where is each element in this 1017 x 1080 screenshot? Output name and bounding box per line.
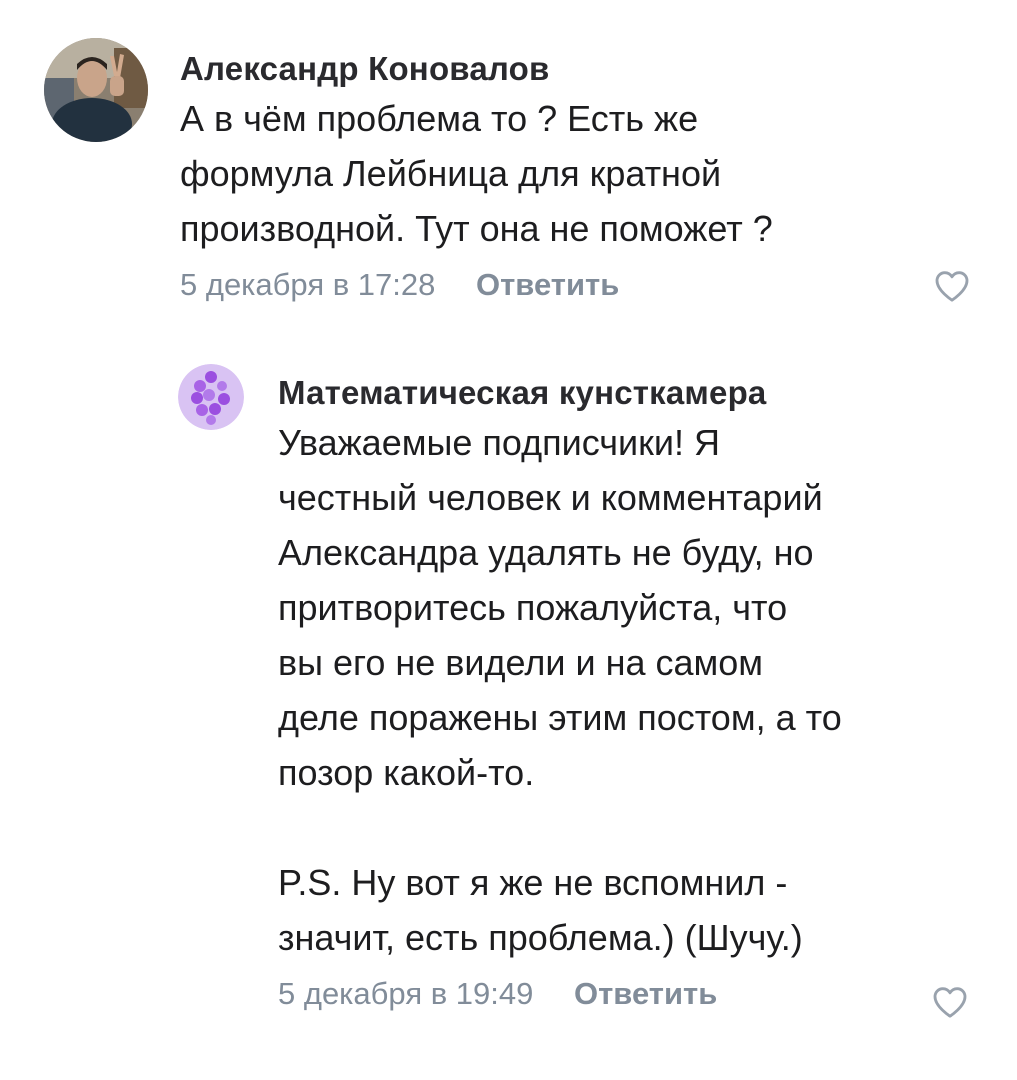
comment-body: Александр Коновалов А в чём проблема то … [180, 38, 960, 310]
user-avatar-photo [44, 38, 148, 142]
user-avatar[interactable] [44, 38, 148, 142]
heart-icon[interactable] [930, 982, 970, 1022]
comment-author[interactable]: Александр Коновалов [180, 52, 960, 85]
reply-button[interactable]: Ответить [574, 969, 717, 1019]
comment-meta: 5 декабря в 19:49 Ответить [278, 969, 978, 1019]
comment-text: Уважаемые подписчики! Я честный человек … [278, 422, 842, 958]
comment-body: Математическая кунсткамера Уважаемые под… [278, 362, 978, 1019]
comment-text: А в чём проблема то ? Есть же формула Ле… [180, 98, 773, 249]
comment-date: 5 декабря в 19:49 [278, 976, 534, 1011]
reply-button[interactable]: Ответить [476, 260, 619, 310]
group-avatar[interactable] [178, 364, 244, 430]
comment-date: 5 декабря в 17:28 [180, 267, 436, 302]
group-logo [178, 364, 244, 430]
comment-author[interactable]: Математическая кунсткамера [278, 376, 978, 409]
heart-icon[interactable] [932, 266, 972, 306]
comment-meta: 5 декабря в 17:28 Ответить [180, 260, 960, 310]
